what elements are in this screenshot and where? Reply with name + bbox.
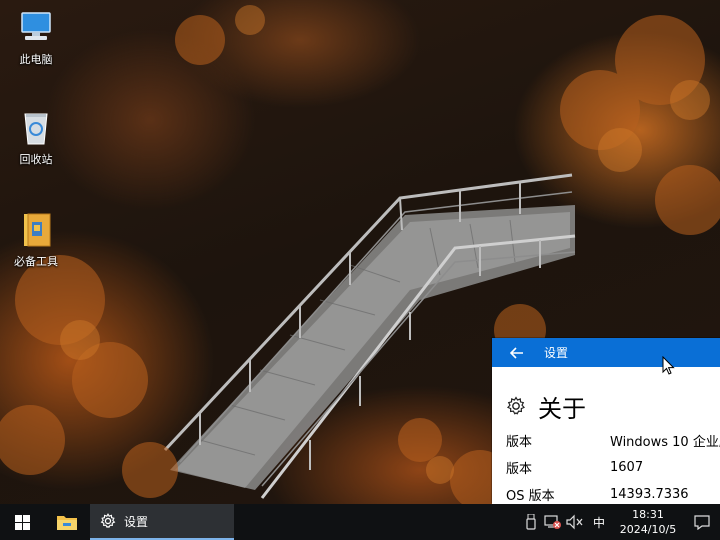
action-center-icon [694,514,710,530]
usb-device-icon[interactable] [520,504,542,540]
start-button[interactable] [0,504,44,540]
mouse-cursor-icon [662,356,675,375]
file-explorer-icon [57,516,77,530]
ime-indicator[interactable]: 中 [586,504,612,540]
clock-date: 2024/10/5 [619,523,677,536]
info-label: OS 版本 [506,489,555,504]
desktop-icon-label: 必备工具 [14,255,58,268]
desktop-icon-label: 回收站 [19,153,53,166]
system-tray: 中 18:31 2024/10/5 [520,504,720,540]
desktop-icon-this-pc[interactable]: 此电脑 [1,8,71,67]
windows-logo-icon [14,514,30,530]
back-arrow-icon [510,346,523,359]
page-title: 关于 [538,394,586,423]
gear-icon [506,396,526,415]
volume-muted-icon[interactable] [564,504,586,540]
info-value: 14393.7336 [610,487,689,502]
desktop-icon-recycle-bin[interactable]: 回收站 [1,108,71,167]
network-disconnected-icon[interactable] [542,504,564,540]
settings-titlebar[interactable]: 设置 [492,338,720,367]
computer-icon [16,8,56,48]
info-row-edition: 版本 Windows 10 企业版 [492,427,720,454]
desktop-icon-label: 此电脑 [19,53,53,66]
folder-icon [16,210,56,250]
back-button[interactable] [506,342,528,364]
page-header: 关于 [492,367,720,427]
recycle-bin-icon [16,108,56,148]
desktop-icon-tools-folder[interactable]: 必备工具 [1,210,71,269]
info-label: 版本 [506,435,533,450]
info-row-version: 版本 1607 [492,454,720,481]
taskbar-app-label: 设置 [124,514,149,529]
info-row-os-build: OS 版本 14393.7336 [492,481,720,504]
clock-time: 18:31 [632,508,664,521]
taskbar-clock[interactable]: 18:31 2024/10/5 [612,507,684,537]
action-center-button[interactable] [684,504,720,540]
taskbar-file-explorer[interactable] [44,504,90,540]
window-title: 设置 [544,346,569,360]
taskbar: 设置 中 18:31 2024/10/5 [0,504,720,540]
info-label: 版本 [506,462,533,477]
gear-icon [100,513,116,529]
taskbar-settings-app[interactable]: 设置 [90,504,234,540]
info-value: 1607 [610,460,644,475]
settings-window: 设置 关于 版本 Windows 10 企业版 版本 1607 OS 版本 14… [492,338,720,504]
info-value: Windows 10 企业版 [610,435,720,450]
